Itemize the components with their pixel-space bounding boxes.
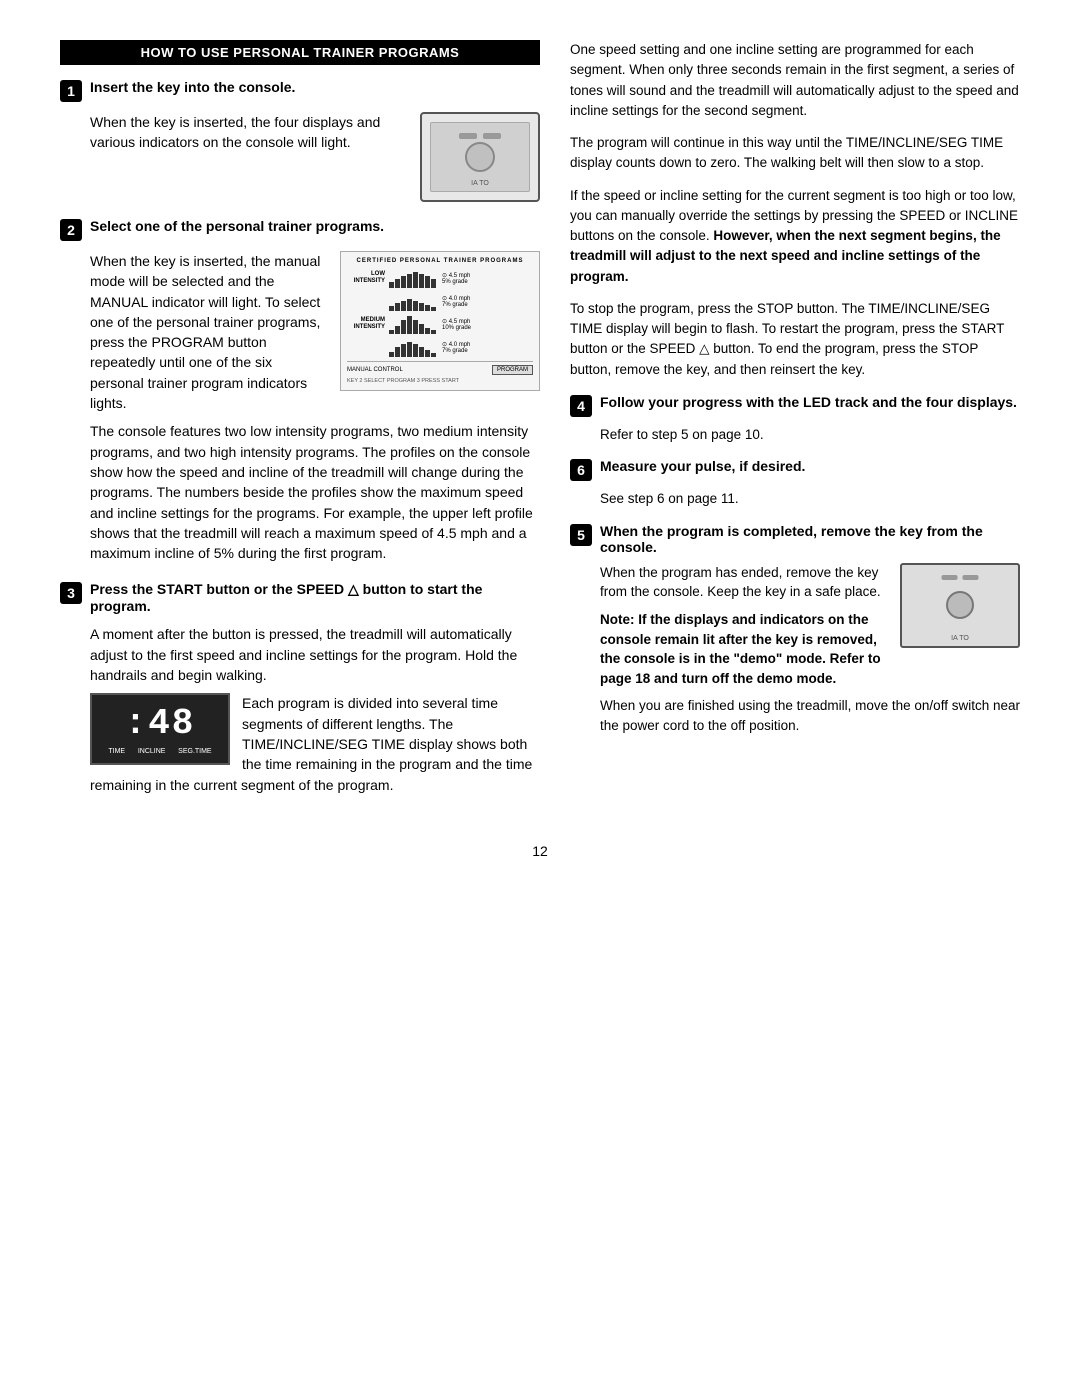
step-2-title: Select one of the personal trainer progr… (90, 218, 384, 234)
step-1-number: 1 (60, 80, 82, 102)
step-5-note-text: Note: If the displays and indicators on … (600, 612, 881, 686)
pp-program-btn: PROGRAM (492, 365, 533, 375)
step-3-body: A moment after the button is pressed, th… (90, 624, 540, 802)
pp-manual: MANUAL CONTROL (347, 367, 403, 373)
console-image-2: IA TO (900, 563, 1020, 648)
step-2-text-2: The console features two low intensity p… (90, 421, 540, 563)
step-5-number: 5 (570, 524, 592, 546)
timer-display: :48 TIME INCLINE SEG.TIME (90, 693, 230, 765)
step-2: 2 Select one of the personal trainer pro… (60, 218, 540, 241)
step-4-text: Refer to step 5 on page 10. (600, 425, 1020, 445)
section-title: HOW TO USE PERSONAL TRAINER PROGRAMS (141, 45, 460, 60)
step-5-title: When the program is completed, remove th… (600, 523, 1020, 555)
timer-digits: :48 (102, 703, 218, 744)
step-1-title: Insert the key into the console. (90, 79, 295, 95)
step-2-body: CERTIFIED PERSONAL TRAINER PROGRAMS LOWI… (90, 251, 540, 571)
step-6-body: See step 6 on page 11. (600, 489, 1020, 509)
console-image-1: IA TO (420, 112, 540, 202)
right-para-4: To stop the program, press the STOP butt… (570, 299, 1020, 380)
step-4-body: Refer to step 5 on page 10. (600, 425, 1020, 445)
right-column: One speed setting and one incline settin… (570, 40, 1020, 813)
step-3-title: Press the START button or the SPEED △ bu… (90, 581, 540, 614)
right-para-1: One speed setting and one incline settin… (570, 40, 1020, 121)
step-3: 3 Press the START button or the SPEED △ … (60, 581, 540, 614)
timer-label-time: TIME (108, 748, 125, 755)
step-2-number: 2 (60, 219, 82, 241)
left-column: HOW TO USE PERSONAL TRAINER PROGRAMS 1 I… (60, 40, 540, 813)
timer-label-seg-time: SEG.TIME (178, 748, 211, 755)
right-para-3: If the speed or incline setting for the … (570, 186, 1020, 287)
step-4: 4 Follow your progress with the LED trac… (570, 394, 1020, 417)
step-3-text-1: A moment after the button is pressed, th… (90, 624, 540, 685)
step-5-text-2: When you are finished using the treadmil… (600, 696, 1020, 735)
step-6-title: Measure your pulse, if desired. (600, 458, 805, 474)
step-6: 6 Measure your pulse, if desired. (570, 458, 1020, 481)
step-6-text: See step 6 on page 11. (600, 489, 1020, 509)
pp-key-text: KEY 2 SELECT PROGRAM 3 PRESS START (347, 378, 533, 384)
step-5: 5 When the program is completed, remove … (570, 523, 1020, 555)
program-panel-image: CERTIFIED PERSONAL TRAINER PROGRAMS LOWI… (340, 251, 540, 391)
timer-label-incline: INCLINE (138, 748, 166, 755)
step-4-number: 4 (570, 395, 592, 417)
page: HOW TO USE PERSONAL TRAINER PROGRAMS 1 I… (0, 0, 1080, 1397)
step-1-body: IA TO When the key is inserted, the four… (90, 112, 540, 208)
pp-title: CERTIFIED PERSONAL TRAINER PROGRAMS (347, 258, 533, 264)
step-5-body: IA TO When the program has ended, remove… (600, 563, 1020, 744)
section-header: HOW TO USE PERSONAL TRAINER PROGRAMS (60, 40, 540, 65)
step-6-number: 6 (570, 459, 592, 481)
right-para-2: The program will continue in this way un… (570, 133, 1020, 174)
page-number: 12 (60, 843, 1020, 859)
step-4-title: Follow your progress with the LED track … (600, 394, 1017, 410)
step-1: 1 Insert the key into the console. (60, 79, 540, 102)
step-3-number: 3 (60, 582, 82, 604)
